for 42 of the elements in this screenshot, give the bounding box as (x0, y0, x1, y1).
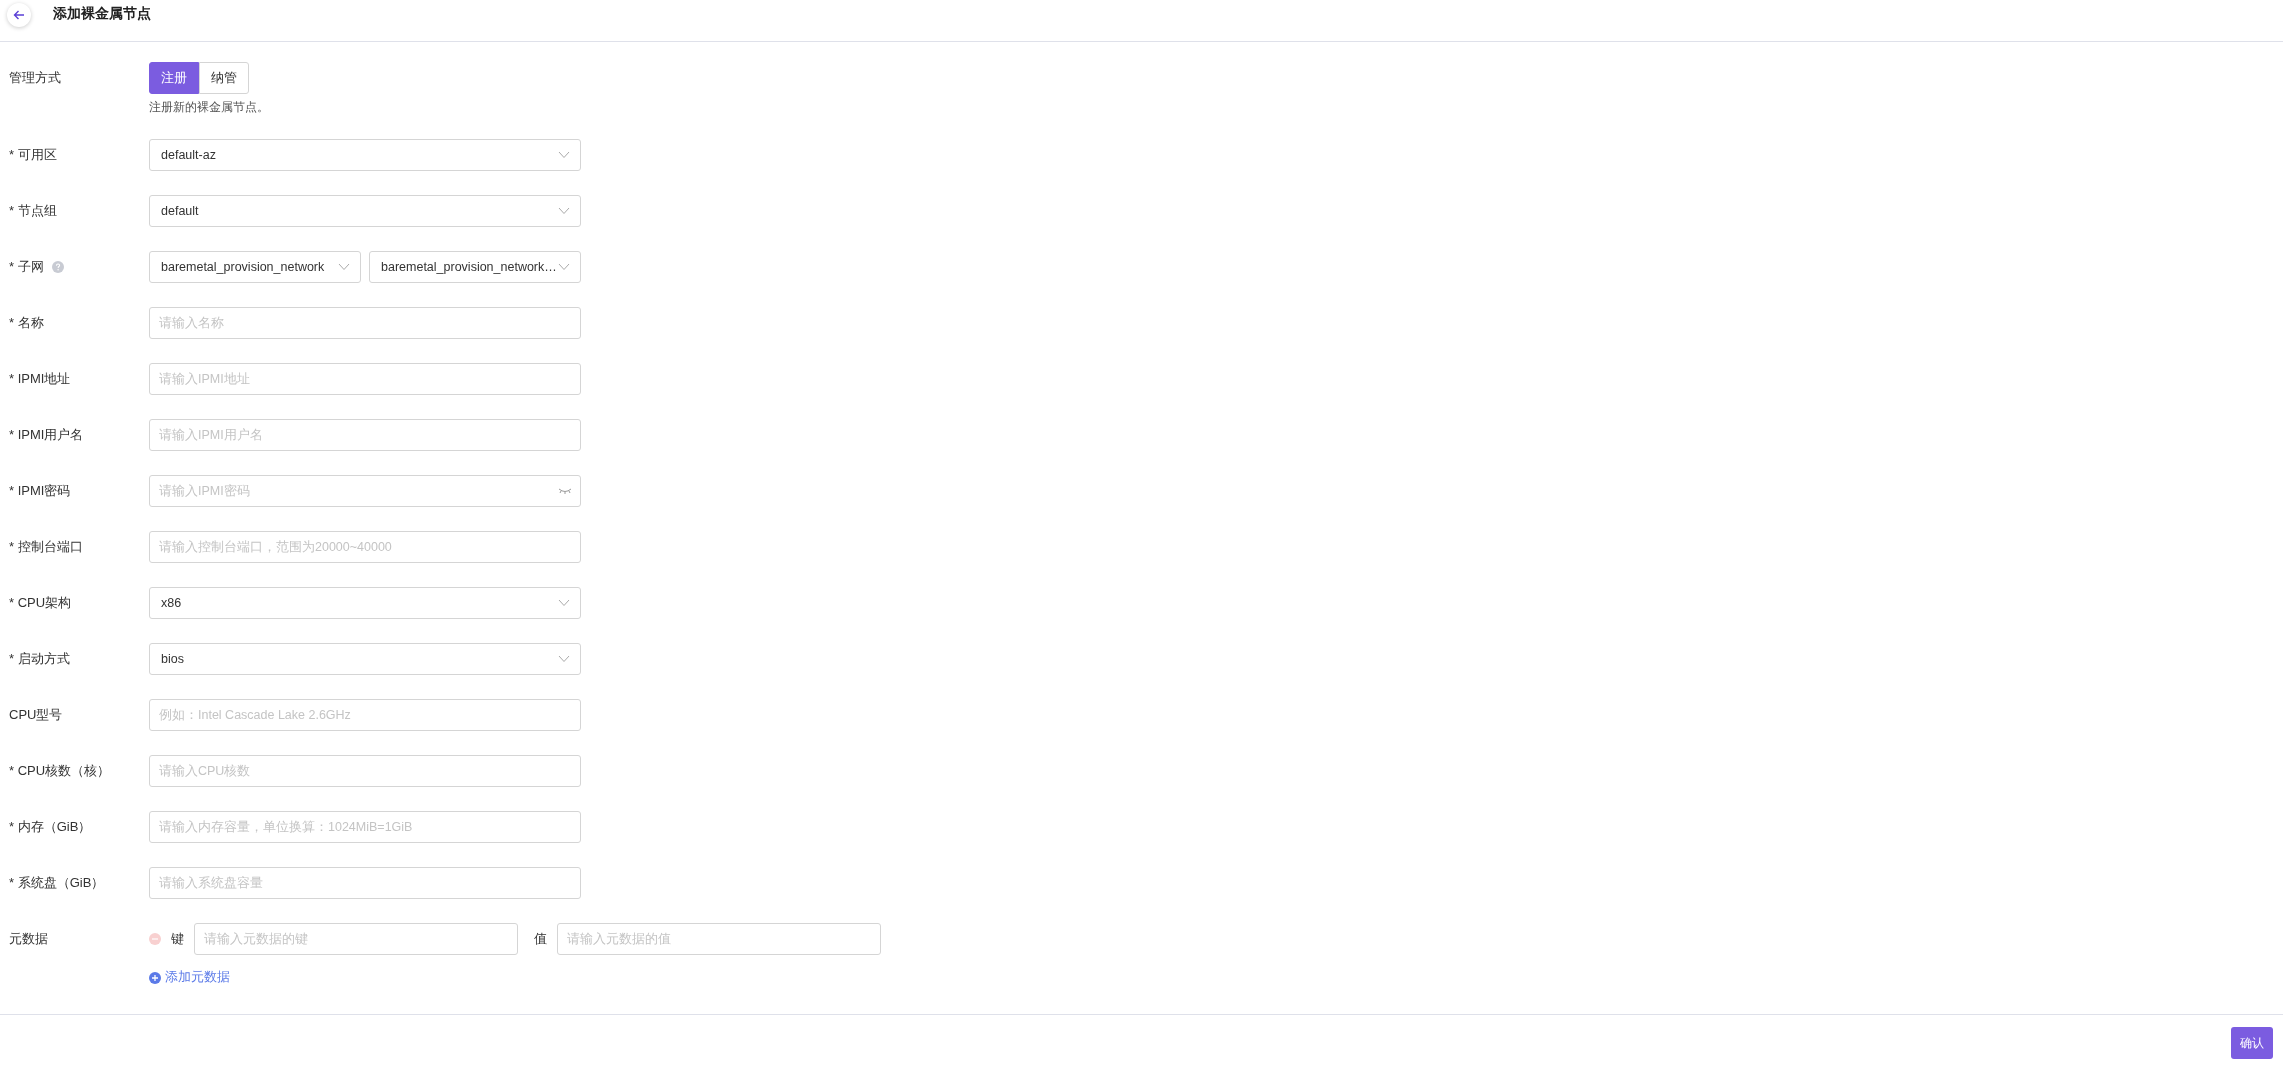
select-field[interactable]: default-az (149, 139, 581, 171)
segment-tab[interactable]: 注册 (149, 62, 199, 94)
field-label: * IPMI地址 (9, 370, 71, 388)
field-label: * CPU核数（核） (9, 762, 111, 780)
hint-text: 注册新的裸金属节点。 (149, 99, 269, 115)
field-label: * 系统盘（GiB） (9, 874, 105, 892)
field-label: 管理方式 (9, 69, 61, 87)
eye-closed-icon[interactable] (558, 488, 572, 494)
chevron-down-icon (558, 207, 570, 215)
field-label: CPU型号 (9, 706, 63, 724)
field-label: * IPMI密码 (9, 482, 71, 500)
field-label: * 子网 (9, 258, 44, 276)
field-label: * 启动方式 (9, 650, 70, 668)
field-label: * 控制台端口 (9, 538, 83, 556)
select-field[interactable]: default (149, 195, 581, 227)
select-field[interactable]: baremetal_provision_network… (369, 251, 581, 283)
chevron-down-icon (558, 263, 570, 271)
field-label: * CPU架构 (9, 594, 72, 612)
arrow-left-icon (13, 9, 25, 20)
value-label: 值 (534, 930, 547, 948)
chevron-down-icon (558, 655, 570, 663)
field-label: * IPMI用户名 (9, 426, 84, 444)
key-label: 键 (171, 930, 184, 948)
plus-circle-icon (149, 971, 161, 984)
segment-tab[interactable]: 纳管 (199, 62, 249, 94)
field-label: * 内存（GiB） (9, 818, 92, 836)
add-metadata-link[interactable]: 添加元数据 (149, 969, 230, 986)
chevron-down-icon (338, 263, 350, 271)
field-label: 元数据 (9, 930, 48, 948)
confirm-button[interactable]: 确认 (2231, 1027, 2273, 1059)
text-field[interactable]: 例如：Intel Cascade Lake 2.6GHz (149, 699, 581, 731)
chevron-down-icon (558, 599, 570, 607)
remove-icon[interactable] (149, 933, 161, 945)
field-label: * 可用区 (9, 146, 57, 164)
field-label: * 节点组 (9, 202, 57, 220)
select-field[interactable]: x86 (149, 587, 581, 619)
page-title: 添加裸金属节点 (53, 4, 151, 23)
back-button[interactable] (7, 2, 31, 27)
field-label: * 名称 (9, 314, 44, 332)
select-field[interactable]: bios (149, 643, 581, 675)
select-field[interactable]: baremetal_provision_network (149, 251, 361, 283)
chevron-down-icon (558, 151, 570, 159)
